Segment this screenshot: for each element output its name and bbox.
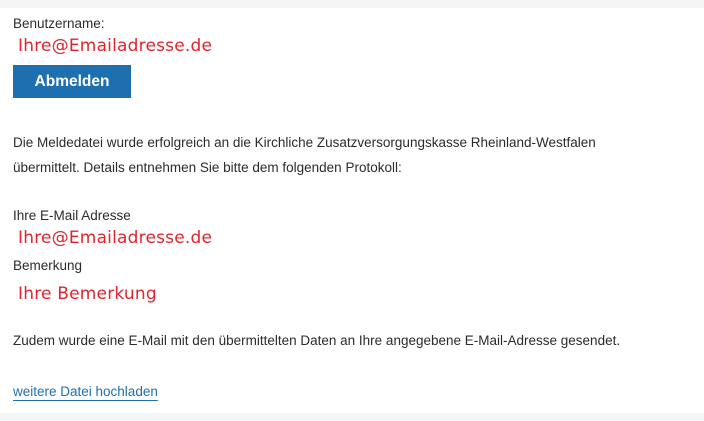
remark-label: Bemerkung [13, 258, 83, 273]
result-panel: Benutzername: Ihre@Emailadresse.de Abmel… [0, 8, 704, 413]
email-value: Ihre@Emailadresse.de [18, 228, 213, 248]
upload-another-file-link[interactable]: weitere Datei hochladen [13, 383, 158, 401]
username-value: Ihre@Emailadresse.de [18, 36, 213, 56]
success-message-line2: übermittelt. Details entnehmen Sie bitte… [13, 160, 402, 175]
email-label: Ihre E-Mail Adresse [13, 208, 131, 223]
logout-button[interactable]: Abmelden [13, 65, 131, 98]
username-label: Benutzername: [13, 16, 105, 31]
confirmation-text: Zudem wurde eine E-Mail mit den übermitt… [13, 333, 621, 348]
remark-value: Ihre Bemerkung [18, 284, 157, 304]
success-message-line1: Die Meldedatei wurde erfolgreich an die … [13, 135, 596, 150]
